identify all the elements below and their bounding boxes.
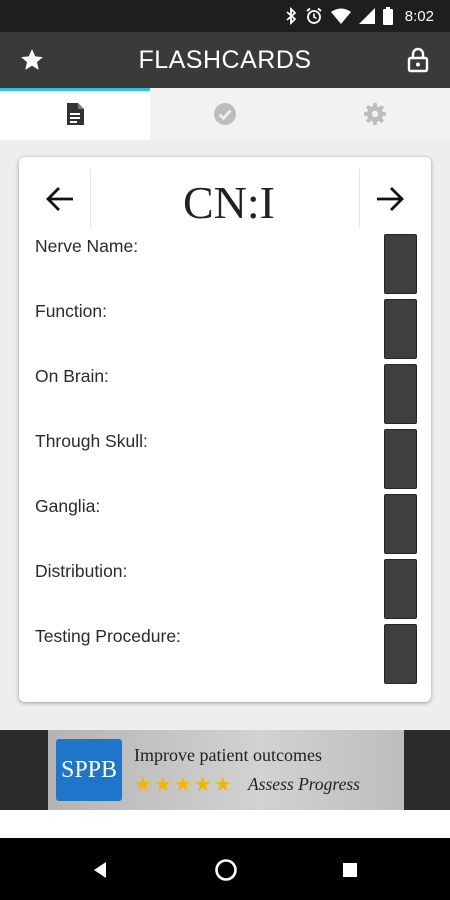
field-row-testing-procedure: Testing Procedure: [35,624,417,684]
field-label: Through Skull: [35,431,148,451]
bluetooth-icon [286,7,297,25]
reveal-button[interactable] [384,429,417,489]
wifi-icon [330,8,351,24]
tab-flashcards[interactable] [0,88,150,140]
reveal-button[interactable] [384,364,417,424]
ad-logo: SPPB [56,739,122,801]
lock-icon [407,47,429,73]
field-label: Ganglia: [35,496,101,516]
recents-button[interactable] [336,856,364,884]
divider [90,169,91,227]
status-bar: 8:02 [0,0,450,32]
alarm-icon [306,7,322,24]
lock-button[interactable] [400,42,436,78]
field-row-through-skull: Through Skull: [35,429,417,489]
field-row-function: Function: [35,299,417,359]
home-button[interactable] [212,856,240,884]
arrow-left-icon [46,187,73,211]
back-button[interactable] [86,856,114,884]
app-bar: FLASHCARDS [0,32,450,88]
field-label: Testing Procedure: [35,626,181,646]
status-time: 8:02 [404,7,434,25]
back-icon [94,862,106,878]
field-row-ganglia: Ganglia: [35,494,417,554]
field-label: Function: [35,301,107,321]
reveal-button[interactable] [384,559,417,619]
home-icon [215,859,237,881]
ad-call-to-action: Assess Progress [248,774,360,794]
gear-icon [364,103,386,125]
reveal-button[interactable] [384,299,417,359]
ad-strip: SPPB Improve patient outcomes ★★★★★ Asse… [0,730,450,810]
battery-icon [382,7,393,25]
reveal-button[interactable] [384,624,417,684]
spacer [0,810,450,838]
system-nav-bar [0,838,450,900]
tab-completed[interactable] [150,88,300,140]
next-card-button[interactable] [360,169,420,229]
field-label: Nerve Name: [35,236,139,256]
tab-bar [0,88,450,140]
field-row-on-brain: On Brain: [35,364,417,424]
ad-banner[interactable]: SPPB Improve patient outcomes ★★★★★ Asse… [48,730,404,810]
field-row-distribution: Distribution: [35,559,417,619]
check-circle-icon [214,103,236,125]
recents-icon [343,863,357,877]
document-icon [67,103,84,125]
status-icons: 8:02 [285,6,434,26]
previous-card-button[interactable] [30,169,90,229]
card-area: CN:I Nerve Name: Function: On Brain: Thr… [0,140,450,706]
reveal-button[interactable] [384,234,417,294]
arrow-right-icon [377,187,404,211]
app-title: FLASHCARDS [138,46,312,74]
field-row-nerve-name: Nerve Name: [35,234,417,294]
tab-settings[interactable] [300,88,450,140]
field-label: Distribution: [35,561,128,581]
reveal-button[interactable] [384,494,417,554]
ad-rating-stars: ★★★★★ [134,774,234,796]
field-label: On Brain: [35,366,109,386]
flashcard: CN:I Nerve Name: Function: On Brain: Thr… [19,157,431,702]
signal-icon [358,8,375,24]
ad-headline: Improve patient outcomes [134,745,322,765]
card-title: CN:I [183,177,275,228]
